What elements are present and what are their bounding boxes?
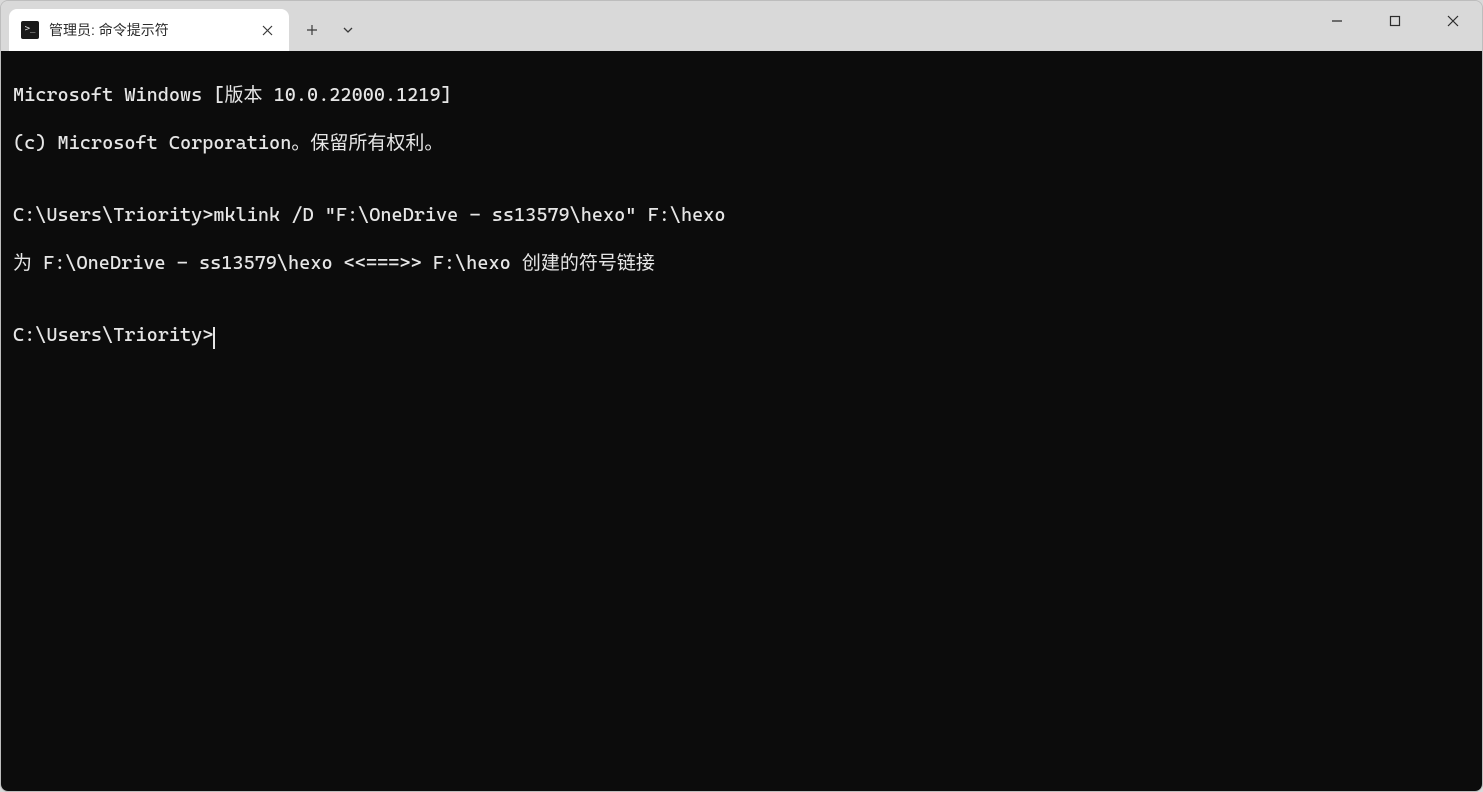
chevron-down-icon <box>342 24 354 36</box>
terminal-prompt-line: C:\Users\Triority> <box>13 323 1470 347</box>
terminal-window: 管理员: 命令提示符 Microsoft Window <box>0 0 1483 792</box>
terminal-line: C:\Users\Triority>mklink /D "F:\OneDrive… <box>13 203 1470 227</box>
terminal-cursor <box>213 327 215 349</box>
terminal-prompt: C:\Users\Triority> <box>13 324 213 346</box>
cmd-icon <box>21 21 39 39</box>
close-icon <box>262 25 273 36</box>
tab-close-button[interactable] <box>255 18 279 42</box>
terminal-line: (c) Microsoft Corporation。保留所有权利。 <box>13 131 1470 155</box>
tab-title: 管理员: 命令提示符 <box>49 20 245 40</box>
tab-dropdown-button[interactable] <box>331 13 365 47</box>
terminal-output[interactable]: Microsoft Windows [版本 10.0.22000.1219] (… <box>1 51 1482 791</box>
window-controls <box>1308 1 1482 51</box>
terminal-line: Microsoft Windows [版本 10.0.22000.1219] <box>13 83 1470 107</box>
minimize-button[interactable] <box>1308 1 1366 41</box>
titlebar[interactable]: 管理员: 命令提示符 <box>1 1 1482 51</box>
new-tab-button[interactable] <box>295 13 329 47</box>
close-icon <box>1447 15 1459 27</box>
maximize-icon <box>1389 15 1401 27</box>
close-window-button[interactable] <box>1424 1 1482 41</box>
minimize-icon <box>1331 15 1343 27</box>
terminal-line: 为 F:\OneDrive - ss13579\hexo <<===>> F:\… <box>13 251 1470 275</box>
plus-icon <box>306 24 318 36</box>
tabstrip-buttons <box>295 9 365 51</box>
maximize-button[interactable] <box>1366 1 1424 41</box>
tab-active[interactable]: 管理员: 命令提示符 <box>9 9 289 51</box>
